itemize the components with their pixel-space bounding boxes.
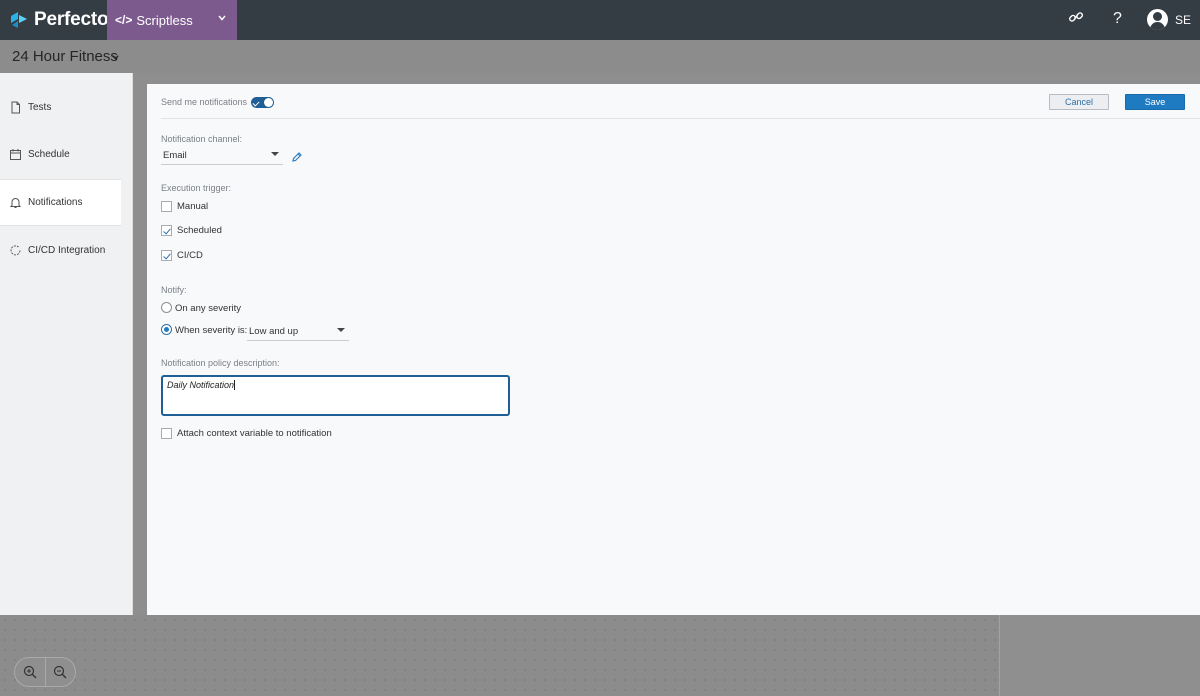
channel-select[interactable]: Email bbox=[161, 147, 283, 165]
sidebar-item-notifications[interactable]: Notifications bbox=[0, 179, 121, 226]
when-severity-radio[interactable] bbox=[161, 324, 172, 335]
cancel-button[interactable]: Cancel bbox=[1049, 94, 1109, 110]
sidebar-item-tests[interactable]: Tests bbox=[0, 84, 121, 131]
project-bar: 24 Hour Fitness bbox=[0, 40, 1200, 73]
caret-down-icon bbox=[271, 152, 279, 156]
sidebar-item-label: CI/CD Integration bbox=[28, 245, 105, 256]
settings-sidebar: Tests Schedule Notifications CI/CD Integ… bbox=[0, 73, 133, 615]
avatar[interactable] bbox=[1147, 9, 1168, 30]
attach-context-checkbox[interactable] bbox=[161, 428, 172, 439]
any-severity-radio[interactable] bbox=[161, 302, 172, 313]
sidebar-item-label: Schedule bbox=[28, 149, 70, 160]
channel-value: Email bbox=[163, 150, 187, 161]
zoom-separator bbox=[45, 658, 46, 686]
text-cursor bbox=[234, 380, 235, 390]
refresh-icon bbox=[9, 244, 22, 257]
project-name[interactable]: 24 Hour Fitness bbox=[12, 48, 118, 65]
product-switcher[interactable]: </> Scriptless bbox=[107, 0, 237, 40]
channel-label: Notification channel: bbox=[161, 134, 242, 144]
help-icon[interactable]: ? bbox=[1113, 10, 1122, 28]
bell-icon bbox=[9, 196, 22, 209]
send-notifications-label: Send me notifications bbox=[161, 97, 247, 107]
scheduled-label: Scheduled bbox=[177, 225, 222, 236]
description-textarea[interactable]: Daily Notification bbox=[161, 375, 510, 416]
send-notifications-toggle[interactable] bbox=[251, 97, 274, 108]
manual-label: Manual bbox=[177, 201, 208, 212]
sidebar-item-label: Tests bbox=[28, 102, 51, 113]
link-icon[interactable] bbox=[1068, 9, 1084, 25]
perfecto-logo[interactable]: Perfecto bbox=[9, 8, 108, 32]
zoom-controls bbox=[14, 657, 76, 687]
severity-select[interactable]: Low and up bbox=[247, 323, 349, 341]
top-bar: Perfecto </> Scriptless ? SE bbox=[0, 0, 1200, 40]
product-name: Scriptless bbox=[136, 13, 192, 28]
attach-context-label: Attach context variable to notification bbox=[177, 428, 332, 439]
when-severity-label: When severity is: bbox=[175, 325, 247, 336]
brand-name: Perfecto bbox=[34, 9, 108, 31]
canvas-side-panel bbox=[999, 615, 1200, 696]
manual-checkbox[interactable] bbox=[161, 201, 172, 212]
save-button[interactable]: Save bbox=[1125, 94, 1185, 110]
sidebar-item-label: Notifications bbox=[28, 197, 82, 208]
code-icon: </> bbox=[115, 13, 132, 27]
cicd-checkbox[interactable] bbox=[161, 250, 172, 261]
pencil-icon[interactable] bbox=[291, 151, 303, 163]
perfecto-logo-icon bbox=[9, 10, 29, 30]
user-initials[interactable]: SE bbox=[1175, 13, 1191, 27]
zoom-in-icon[interactable] bbox=[23, 665, 37, 679]
document-icon bbox=[9, 101, 22, 114]
sidebar-item-schedule[interactable]: Schedule bbox=[0, 131, 121, 178]
any-severity-label: On any severity bbox=[175, 303, 241, 314]
cicd-label: CI/CD bbox=[177, 250, 203, 261]
header-divider bbox=[161, 118, 1200, 119]
scheduled-checkbox[interactable] bbox=[161, 225, 172, 236]
notify-label: Notify: bbox=[161, 285, 187, 295]
description-value: Daily Notification bbox=[167, 380, 234, 390]
sidebar-item-cicd-integration[interactable]: CI/CD Integration bbox=[0, 227, 121, 274]
severity-value: Low and up bbox=[249, 326, 298, 337]
trigger-label: Execution trigger: bbox=[161, 183, 231, 193]
calendar-icon bbox=[9, 148, 22, 161]
description-label: Notification policy description: bbox=[161, 358, 280, 368]
chevron-down-icon bbox=[217, 13, 227, 23]
zoom-out-icon[interactable] bbox=[53, 665, 67, 679]
chevron-down-icon[interactable] bbox=[111, 53, 120, 62]
caret-down-icon bbox=[337, 328, 345, 332]
notification-settings-panel: Send me notifications Cancel Save Notifi… bbox=[147, 84, 1200, 615]
